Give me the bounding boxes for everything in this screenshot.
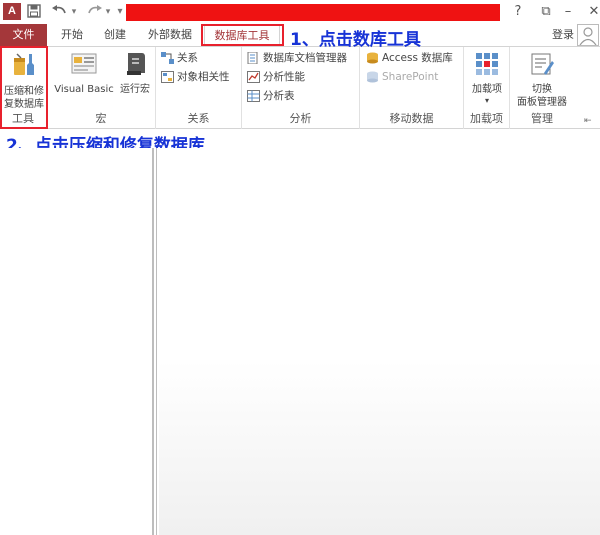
user-avatar-icon[interactable]	[577, 24, 599, 46]
title-bar: A ▾ ▾ ▾ ? ⧉ – ✕	[0, 0, 600, 24]
help-button[interactable]: ?	[508, 2, 528, 22]
analyze-performance-button[interactable]: 分析性能	[247, 68, 305, 86]
object-dependencies-button[interactable]: 对象相关性	[161, 68, 230, 86]
pin-ribbon-icon[interactable]: ⇤	[584, 116, 592, 126]
visual-basic-label: Visual Basic	[54, 84, 114, 95]
group-macro: Visual Basic 运行宏 宏	[47, 47, 156, 129]
highlight-box-compact-repair	[0, 46, 48, 129]
pane-splitter[interactable]	[152, 148, 159, 535]
analyze-table-icon	[247, 90, 260, 102]
redo-icon[interactable]	[84, 4, 104, 20]
switchboard-manager-button[interactable]: 切换 面板管理器	[512, 51, 572, 109]
access-app-icon[interactable]: A	[3, 3, 21, 20]
object-dependencies-icon	[161, 71, 174, 83]
tab-home[interactable]: 开始	[61, 24, 83, 46]
close-button[interactable]: ✕	[584, 2, 600, 22]
access-database-icon	[366, 52, 379, 64]
visual-basic-button[interactable]: Visual Basic	[53, 51, 115, 96]
highlight-box-database-tools	[201, 24, 284, 46]
group-relationships: 关系 对象相关性 关系	[156, 47, 242, 129]
analyze-performance-label: 分析性能	[263, 71, 305, 83]
tab-file[interactable]: 文件	[0, 24, 47, 46]
group-addins: 加载项 ▾ 加载项	[464, 47, 510, 129]
run-macro-button[interactable]: 运行宏	[117, 51, 153, 96]
group-label-analyze: 分析	[289, 112, 312, 125]
relationships-icon	[161, 52, 174, 64]
switchboard-label-line1: 切换	[532, 84, 552, 95]
annotation-step1: 1、点击数库工具	[290, 30, 421, 50]
addins-button[interactable]: 加载项 ▾	[466, 51, 508, 105]
customize-toolbar-icon[interactable]: ▾	[116, 4, 124, 20]
sharepoint-label: SharePoint	[382, 71, 439, 83]
database-documenter-icon	[247, 51, 260, 65]
switchboard-manager-icon	[512, 51, 572, 81]
access-database-button[interactable]: Access 数据库	[366, 49, 453, 67]
access-database-label: Access 数据库	[382, 52, 453, 64]
database-documenter-button[interactable]: 数据库文档管理器	[247, 49, 347, 67]
undo-icon[interactable]	[50, 4, 70, 20]
undo-dropdown-icon[interactable]: ▾	[70, 4, 78, 20]
analyze-table-label: 分析表	[263, 90, 295, 102]
analyze-performance-icon	[247, 71, 260, 83]
relationships-label: 关系	[177, 52, 198, 64]
ribbon: 压缩和修 复数据库 工具 Visual Basic 运行宏 宏 关系 对象相关性…	[0, 46, 600, 129]
run-macro-label: 运行宏	[120, 84, 150, 95]
minimize-button[interactable]: –	[558, 2, 578, 22]
switchboard-label-line2: 面板管理器	[517, 97, 567, 108]
group-label-management: 管理	[531, 112, 553, 125]
analyze-table-button[interactable]: 分析表	[247, 87, 295, 105]
navigation-pane[interactable]	[0, 148, 152, 535]
addins-icon	[466, 51, 508, 81]
group-label-relationships: 关系	[187, 112, 210, 125]
sign-in-link[interactable]: 登录	[552, 26, 574, 42]
redacted-title	[126, 4, 500, 21]
group-label-addins: 加载项	[470, 112, 503, 125]
save-icon[interactable]	[26, 4, 42, 20]
ribbon-display-options-button[interactable]: ⧉	[536, 2, 556, 22]
redo-dropdown-icon[interactable]: ▾	[104, 4, 112, 20]
relationships-button[interactable]: 关系	[161, 49, 198, 67]
group-management: 切换 面板管理器 管理	[510, 47, 574, 129]
visual-basic-icon	[53, 51, 115, 81]
group-analyze: 数据库文档管理器 分析性能 分析表 分析	[242, 47, 360, 129]
addins-dropdown-icon: ▾	[484, 96, 489, 105]
object-dependencies-label: 对象相关性	[177, 71, 230, 83]
sharepoint-button[interactable]: SharePoint	[366, 68, 438, 86]
database-documenter-label: 数据库文档管理器	[263, 52, 347, 64]
tab-external-data[interactable]: 外部数据	[148, 24, 192, 46]
sharepoint-icon	[366, 71, 379, 83]
group-move-data: Access 数据库 SharePoint 移动数据	[360, 47, 464, 129]
group-label-move-data: 移动数据	[389, 112, 434, 125]
group-label-macro: 宏	[95, 112, 107, 125]
tab-create[interactable]: 创建	[104, 24, 126, 46]
addins-label: 加载项	[472, 84, 502, 95]
run-macro-icon	[117, 51, 153, 81]
workspace-area	[159, 148, 600, 535]
